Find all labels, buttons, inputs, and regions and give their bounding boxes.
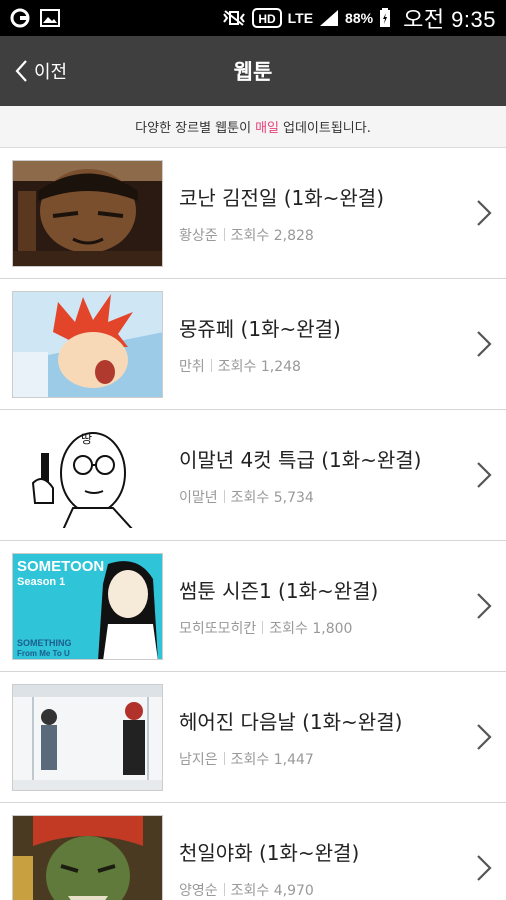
- back-label: 이전: [34, 62, 68, 83]
- vibrate-mute-icon: [222, 9, 246, 27]
- ddang-text: 땅: [81, 432, 92, 446]
- chevron-right-icon: [477, 593, 492, 619]
- meta-divider: [210, 359, 212, 372]
- webtoon-thumbnail: [12, 159, 163, 267]
- webtoon-row[interactable]: 땅 이말년 4컷 특급 (1화~완결) 이말년 조회수 5,734: [0, 410, 506, 541]
- webtoon-title: 헤어진 다음날 (1화~완결): [179, 709, 403, 734]
- webtoon-author: 양영순: [179, 882, 218, 899]
- webtoon-thumbnail: [12, 683, 163, 791]
- webtoon-thumbnail: [12, 290, 163, 398]
- svg-text:SOMETOON: SOMETOON: [17, 558, 104, 575]
- chevron-left-icon: [15, 60, 27, 82]
- webtoon-title: 이말년 4컷 특급 (1화~완결): [179, 447, 422, 472]
- hd-icon: HD: [251, 8, 282, 28]
- webtoon-views: 조회수 1,447: [230, 751, 314, 768]
- status-bar: HD LTE 88% 오전 9:35: [0, 0, 506, 36]
- webtoon-views: 조회수 2,828: [230, 227, 314, 244]
- webtoon-title: 천일야화 (1화~완결): [179, 840, 360, 865]
- page-title: 웹툰: [233, 60, 273, 84]
- chevron-right-icon: [477, 331, 492, 357]
- svg-text:SOMETHING: SOMETHING: [17, 638, 72, 648]
- chevron-right-icon: [477, 200, 492, 226]
- webtoon-row[interactable]: 헤어진 다음날 (1화~완결) 남지은 조회수 1,447: [0, 672, 506, 803]
- meta-divider: [223, 490, 225, 503]
- back-button[interactable]: 이전: [14, 36, 67, 106]
- webtoon-thumbnail: 땅: [12, 421, 163, 529]
- lte-icon: LTE: [287, 10, 314, 26]
- meta-divider: [223, 883, 225, 896]
- svg-text:Season 1: Season 1: [17, 576, 65, 588]
- webtoon-title: 코난 김전일 (1화~완결): [179, 185, 385, 210]
- webtoon-views: 조회수 5,734: [230, 489, 314, 506]
- image-icon: [40, 9, 60, 27]
- battery-icon: [379, 8, 391, 28]
- meta-divider: [223, 752, 225, 765]
- toolbar: 이전 웹툰: [0, 36, 506, 106]
- webtoon-views: 조회수 1,248: [217, 358, 301, 375]
- webtoon-views: 조회수 1,800: [269, 620, 353, 637]
- webtoon-author: 황상준: [179, 227, 218, 244]
- notice-prefix: 다양한 장르별 웹툰이: [135, 121, 252, 136]
- notice-highlight: 매일: [255, 121, 279, 136]
- webtoon-views: 조회수 4,970: [230, 882, 314, 899]
- chevron-right-icon: [477, 462, 492, 488]
- notification-icon: [10, 8, 30, 28]
- webtoon-row[interactable]: SOMETOON Season 1 SOMETHING From Me To U…: [0, 541, 506, 672]
- chevron-right-icon: [477, 855, 492, 881]
- webtoon-list: 코난 김전일 (1화~완결) 황상준 조회수 2,828 몽쥬페 (1화~완결): [0, 148, 506, 900]
- webtoon-row[interactable]: 몽쥬페 (1화~완결) 만취 조회수 1,248: [0, 279, 506, 410]
- webtoon-author: 만취: [179, 358, 205, 375]
- webtoon-thumbnail: [12, 814, 163, 900]
- webtoon-author: 모히또모히칸: [179, 620, 257, 637]
- clock: 오전 9:35: [403, 7, 496, 32]
- webtoon-row[interactable]: 천일야화 (1화~완결) 양영순 조회수 4,970: [0, 803, 506, 900]
- notice-banner: 다양한 장르별 웹툰이 매일 업데이트됩니다.: [0, 106, 506, 148]
- meta-divider: [223, 228, 225, 241]
- webtoon-title: 썸툰 시즌1 (1화~완결): [179, 578, 379, 603]
- webtoon-row[interactable]: 코난 김전일 (1화~완결) 황상준 조회수 2,828: [0, 148, 506, 279]
- signal-icon: [319, 9, 339, 27]
- notice-suffix: 업데이트됩니다.: [282, 121, 371, 136]
- svg-text:HD: HD: [258, 12, 276, 26]
- webtoon-title: 몽쥬페 (1화~완결): [179, 316, 341, 341]
- webtoon-author: 남지은: [179, 751, 218, 768]
- battery-percent: 88%: [345, 10, 374, 26]
- meta-divider: [262, 621, 264, 634]
- chevron-right-icon: [477, 724, 492, 750]
- svg-text:From Me To U: From Me To U: [17, 649, 70, 658]
- webtoon-thumbnail: SOMETOON Season 1 SOMETHING From Me To U: [12, 552, 163, 660]
- webtoon-author: 이말년: [179, 489, 218, 506]
